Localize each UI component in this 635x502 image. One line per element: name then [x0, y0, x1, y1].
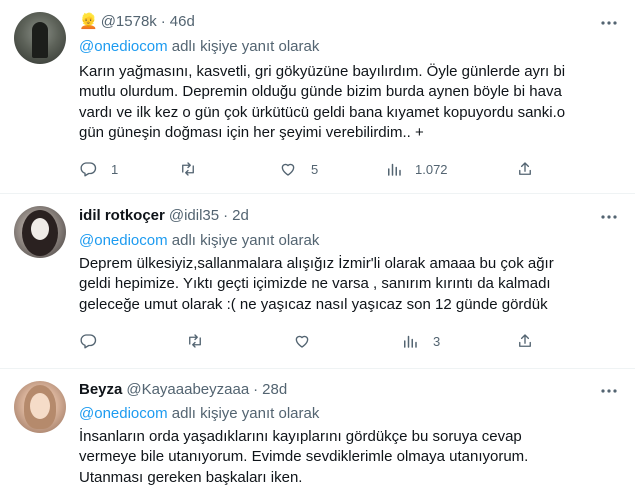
- tweet-line: İnsanların orda yaşadıklarını kayıpların…: [79, 428, 522, 445]
- user-handle[interactable]: @1578k: [101, 13, 157, 30]
- reply-button[interactable]: 1: [79, 159, 118, 179]
- tweet-header: 👱 @1578k · 46d: [79, 11, 195, 31]
- reply-icon: [80, 334, 97, 349]
- views-count: 3: [433, 333, 441, 349]
- avatar-face: [31, 218, 49, 240]
- tweet-line: vardı ve ilk kez o gün çok ürkütücü geld…: [79, 103, 566, 121]
- avatar[interactable]: [14, 12, 66, 64]
- separator-dot: ·: [223, 206, 229, 224]
- user-emoji[interactable]: 👱: [79, 12, 98, 30]
- avatar[interactable]: [14, 206, 66, 258]
- separator-dot: ·: [253, 380, 259, 398]
- tweet-line: Utanması gereken başkaları iken.: [79, 468, 303, 486]
- more-icon[interactable]: [599, 207, 619, 227]
- share-icon: [519, 334, 531, 347]
- share-button[interactable]: [516, 331, 534, 351]
- share-button[interactable]: [516, 159, 534, 179]
- tweet-2[interactable]: idil rotkoçer @idil35 · 2d @onediocom ad…: [0, 194, 635, 368]
- retweet-button[interactable]: [179, 159, 211, 179]
- mention-link[interactable]: @onediocom: [79, 405, 168, 422]
- tweet-line: geldi hepimize. Yıktı geçti içimizde ne …: [79, 275, 551, 293]
- reply-context: @onediocom adlı kişiye yanıt olarak: [79, 232, 319, 249]
- tweet-actions: 3: [79, 331, 619, 351]
- retweet-icon: [182, 162, 194, 176]
- like-count: 5: [311, 161, 319, 177]
- tweet-line: gün güneşin doğması için her şeyimi vere…: [79, 123, 424, 141]
- reply-context: @onediocom adlı kişiye yanıt olarak: [79, 405, 319, 422]
- user-handle[interactable]: @idil35: [169, 207, 219, 224]
- like-button[interactable]: 5: [279, 159, 318, 179]
- avatar[interactable]: [14, 381, 66, 433]
- reply-count: 1: [111, 161, 119, 177]
- views-icon: [404, 335, 417, 348]
- views-count: 1.072: [415, 161, 448, 177]
- user-handle[interactable]: @Kayaaabeyzaaa: [126, 381, 249, 398]
- tweet-text: Deprem ülkesiyiz,sallanmalara alışığız İ…: [79, 254, 624, 315]
- views-icon: [388, 163, 401, 176]
- timestamp[interactable]: 2d: [232, 207, 249, 224]
- reply-context-text: adlı kişiye yanıt olarak: [167, 405, 320, 422]
- share-icon: [519, 162, 531, 175]
- like-button[interactable]: [293, 331, 325, 351]
- views-button[interactable]: 3: [401, 331, 440, 351]
- tweet-header: Beyza @Kayaaabeyzaaa · 28d: [79, 379, 287, 399]
- tweet-header: idil rotkoçer @idil35 · 2d: [79, 205, 249, 225]
- reply-button[interactable]: [79, 331, 111, 351]
- more-icon[interactable]: [599, 381, 619, 401]
- tweet-line: mutlu olurdum. Depremin olduğu günde biz…: [79, 83, 562, 101]
- like-icon: [295, 335, 309, 348]
- user-name[interactable]: Beyza: [79, 381, 122, 398]
- reply-context-text: adlı kişiye yanıt olarak: [167, 232, 320, 249]
- retweet-button[interactable]: [186, 331, 218, 351]
- tweet-1[interactable]: 👱 @1578k · 46d @onediocom adlı kişiye ya…: [0, 0, 635, 193]
- tweet-line: Deprem ülkesiyiz,sallanmalara alışığız İ…: [79, 255, 554, 272]
- tweet-line: geleceğe umut olarak :( ne yaşıcaz nasıl…: [79, 295, 548, 313]
- tweet-line: vermeye bile utanıyorum. Evimde sevdikle…: [79, 448, 529, 466]
- timestamp[interactable]: 28d: [262, 381, 287, 398]
- tweet-actions: 1 5 1.072: [79, 159, 619, 179]
- reply-context-text: adlı kişiye yanıt olarak: [167, 38, 320, 55]
- retweet-icon: [189, 334, 201, 348]
- more-icon[interactable]: [599, 13, 619, 33]
- tweet-text: Karın yağmasını, kasvetli, gri gökyüzüne…: [79, 62, 624, 143]
- avatar-figure: [32, 22, 48, 58]
- like-icon: [281, 163, 295, 176]
- views-button[interactable]: 1.072: [385, 159, 448, 179]
- timestamp[interactable]: 46d: [170, 13, 195, 30]
- tweet-line: Karın yağmasını, kasvetli, gri gökyüzüne…: [79, 63, 566, 80]
- tweet-text: İnsanların orda yaşadıklarını kayıpların…: [79, 427, 624, 488]
- mention-link[interactable]: @onediocom: [79, 232, 168, 249]
- tweet-3[interactable]: Beyza @Kayaaabeyzaaa · 28d @onediocom ad…: [0, 369, 635, 502]
- mention-link[interactable]: @onediocom: [79, 38, 168, 55]
- avatar-face: [30, 393, 50, 419]
- reply-context: @onediocom adlı kişiye yanıt olarak: [79, 38, 319, 55]
- separator-dot: ·: [160, 12, 166, 30]
- user-name[interactable]: idil rotkoçer: [79, 207, 165, 224]
- reply-icon: [80, 162, 97, 177]
